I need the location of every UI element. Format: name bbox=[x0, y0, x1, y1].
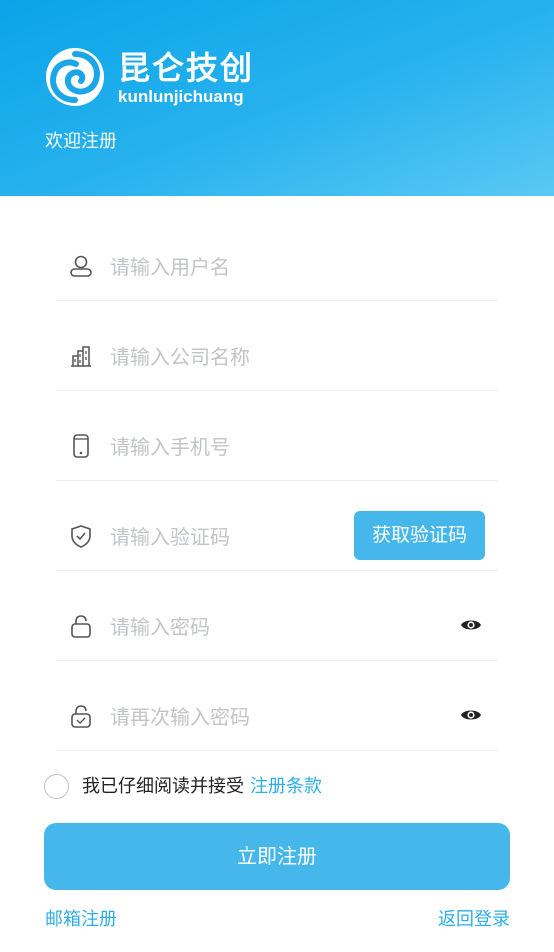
building-icon bbox=[68, 343, 94, 369]
code-row: 获取验证码 bbox=[56, 481, 498, 571]
logo-icon bbox=[46, 48, 104, 106]
password-confirm-row bbox=[56, 661, 498, 751]
register-button[interactable]: 立即注册 bbox=[44, 823, 510, 890]
agreement-text: 我已仔细阅读并接受 注册条款 bbox=[82, 775, 322, 799]
header-banner: 昆仑技创 kunlunjichuang 欢迎注册 bbox=[0, 0, 554, 196]
lock-icon bbox=[68, 613, 94, 639]
username-input[interactable] bbox=[110, 253, 390, 281]
password-input[interactable] bbox=[110, 613, 390, 641]
brand-name-en: kunlunjichuang bbox=[118, 87, 244, 106]
user-icon bbox=[68, 253, 94, 279]
verification-code-input[interactable] bbox=[110, 523, 390, 551]
agreement-label: 我已仔细阅读并接受 bbox=[82, 776, 244, 797]
phone-row bbox=[56, 391, 498, 481]
company-row bbox=[56, 301, 498, 391]
password-row bbox=[56, 571, 498, 661]
brand-name-cn: 昆仑技创 bbox=[118, 49, 255, 87]
page-title: 欢迎注册 bbox=[45, 131, 117, 152]
phone-input[interactable] bbox=[110, 433, 390, 461]
get-code-button[interactable]: 获取验证码 bbox=[354, 511, 485, 560]
terms-link[interactable]: 注册条款 bbox=[250, 776, 322, 797]
register-form: 获取验证码 bbox=[56, 211, 498, 751]
lock-check-icon bbox=[68, 703, 94, 729]
username-row bbox=[56, 211, 498, 301]
phone-icon bbox=[68, 433, 94, 459]
email-register-link[interactable]: 邮箱注册 bbox=[45, 908, 117, 932]
agreement-row: 我已仔细阅读并接受 注册条款 bbox=[44, 774, 514, 800]
company-name-input[interactable] bbox=[110, 343, 390, 371]
agreement-checkbox[interactable] bbox=[44, 774, 69, 799]
shield-icon bbox=[68, 523, 94, 549]
eye-icon[interactable] bbox=[460, 707, 482, 723]
eye-icon[interactable] bbox=[460, 617, 482, 633]
back-to-login-link[interactable]: 返回登录 bbox=[438, 908, 510, 932]
password-confirm-input[interactable] bbox=[110, 703, 390, 731]
